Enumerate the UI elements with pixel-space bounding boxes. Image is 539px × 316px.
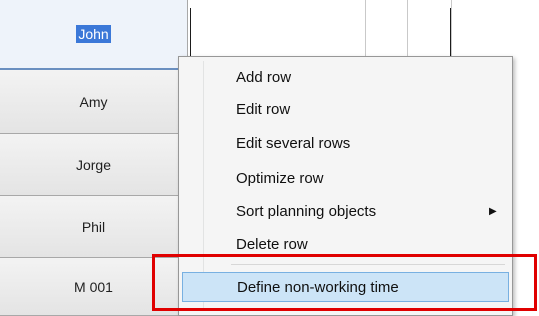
menu-item-sort-planning-objects[interactable]: Sort planning objects ▶ [182, 196, 509, 226]
menu-separator [231, 264, 505, 265]
menu-item-define-non-working-time[interactable]: Define non-working time [182, 272, 509, 302]
menu-item-label: Add row [236, 68, 292, 86]
submenu-arrow-icon: ▶ [489, 205, 497, 217]
row-label: M 001 [74, 278, 113, 295]
row-header-jorge[interactable]: Jorge [0, 134, 188, 196]
menu-item-label: Define non-working time [237, 278, 399, 296]
menu-item-label: Delete row [236, 235, 308, 253]
row-header-phil[interactable]: Phil [0, 196, 188, 258]
menu-item-delete-row[interactable]: Delete row [182, 229, 509, 259]
row-header-john[interactable]: John [0, 0, 188, 70]
menu-item-edit-row[interactable]: Edit row [182, 94, 509, 124]
menu-item-edit-several-rows[interactable]: Edit several rows [182, 128, 509, 158]
menu-item-optimize-row[interactable]: Optimize row [182, 163, 509, 193]
menu-item-label: Optimize row [236, 169, 324, 187]
menu-item-add-row[interactable]: Add row [182, 62, 509, 92]
menu-item-label: Edit several rows [236, 134, 351, 152]
row-header-amy[interactable]: Amy [0, 70, 188, 134]
row-label: John [76, 25, 111, 43]
row-label: Phil [81, 218, 106, 235]
menu-item-label: Edit row [236, 100, 291, 118]
row-label: Jorge [75, 156, 112, 173]
menu-item-label: Sort planning objects [236, 202, 377, 220]
row-header-column: John Amy Jorge Phil M 001 [0, 0, 190, 316]
context-menu: Add row Edit row Edit several rows Optim… [178, 56, 513, 316]
row-label: Amy [79, 93, 108, 110]
row-header-m001[interactable]: M 001 [0, 258, 188, 316]
